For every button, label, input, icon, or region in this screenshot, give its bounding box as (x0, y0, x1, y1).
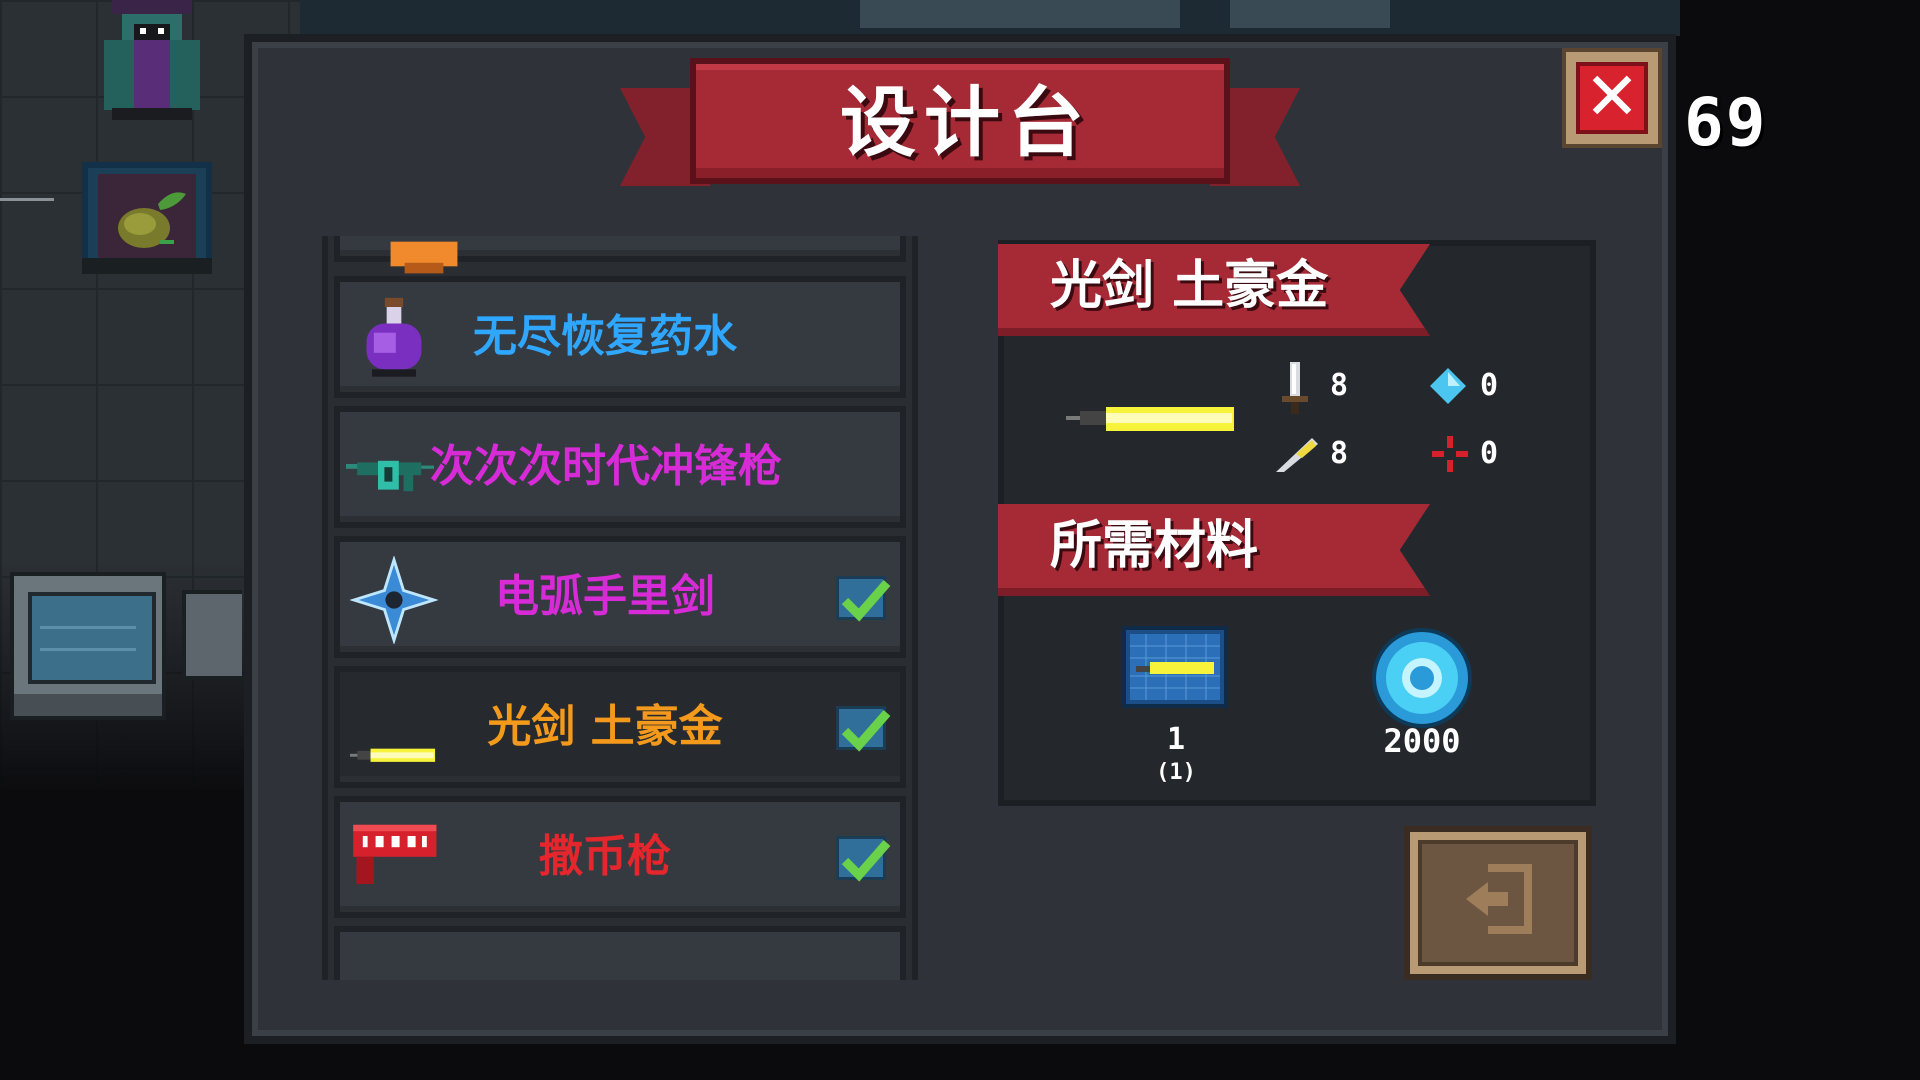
materials-ribbon: 所需材料 (998, 504, 1430, 596)
top-wall (300, 0, 1680, 36)
game-screen: 设计台 ✕ 69 无尽恢复药水 次次次时代冲锋枪 电弧手里剑 光剑 土豪金 撒币… (0, 0, 1920, 1080)
lightsaber-icon (1066, 407, 1234, 431)
computer-terminal (182, 590, 242, 680)
gem-coin-icon (1372, 628, 1472, 728)
list-item[interactable]: 电弧手里剑 (334, 536, 906, 658)
title-banner: 设计台 (620, 58, 1300, 208)
sword-icon (1282, 362, 1308, 414)
smg-icon (346, 460, 434, 492)
list-item[interactable] (334, 236, 906, 274)
accuracy-value: 0 (1480, 436, 1499, 471)
exit-door-icon (1466, 864, 1532, 934)
checkmark-icon (841, 710, 891, 752)
counter-value: 69 (1684, 84, 1768, 161)
diamond-icon (1430, 368, 1466, 404)
list-item[interactable]: 撒币枪 (334, 796, 906, 918)
list-item[interactable]: 次次次时代冲锋枪 (334, 406, 906, 528)
checkmark-icon (841, 840, 891, 882)
energy-value: 0 (1480, 368, 1499, 403)
list-item-label: 次次次时代冲锋枪 (430, 441, 782, 492)
materials-title: 所需材料 (1050, 516, 1259, 576)
blue-item-icon (370, 958, 458, 980)
list-item-label: 电弧手里剑 (495, 571, 715, 622)
close-button[interactable]: ✕ (1562, 48, 1662, 148)
wizard-character-icon (104, 0, 200, 120)
list-item-label: 撒币枪 (539, 831, 671, 882)
owned-checkbox (836, 576, 891, 622)
coin-gun-icon (353, 824, 437, 884)
computer-terminal (10, 572, 166, 720)
checkmark-icon (841, 580, 891, 622)
crosshair-icon (1432, 436, 1468, 472)
list-item[interactable]: 无尽恢复药水 (334, 276, 906, 398)
list-item-label: 无尽恢复药水 (473, 311, 737, 362)
attack-speed-value: 8 (1330, 436, 1349, 471)
blueprint-owned: (1) (1156, 760, 1196, 785)
owned-checkbox (836, 706, 891, 752)
close-x-icon: ✕ (1576, 62, 1648, 134)
weapon-name: 光剑 土豪金 (1050, 256, 1329, 316)
exit-button[interactable] (1404, 826, 1592, 980)
owned-checkbox (836, 836, 891, 882)
list-item[interactable] (334, 926, 906, 980)
feather-icon (1276, 438, 1318, 472)
list-item-selected[interactable]: 光剑 土豪金 (334, 666, 906, 788)
list-item-label: 光剑 土豪金 (487, 701, 723, 752)
shuriken-icon (350, 556, 438, 644)
weapon-name-ribbon: 光剑 土豪金 (998, 244, 1430, 336)
gem-cost: 2000 (1383, 722, 1461, 760)
purple-potion-icon (366, 297, 422, 377)
seed-icon (118, 192, 186, 248)
page-title: 设计台 (840, 78, 1092, 167)
blueprint-list[interactable]: 无尽恢复药水 次次次时代冲锋枪 电弧手里剑 光剑 土豪金 撒币枪 (322, 236, 918, 980)
blueprint-count: 1 (1166, 722, 1186, 757)
lightsaber-icon (350, 748, 436, 762)
damage-value: 8 (1330, 368, 1349, 403)
blueprint-icon (1122, 626, 1228, 708)
